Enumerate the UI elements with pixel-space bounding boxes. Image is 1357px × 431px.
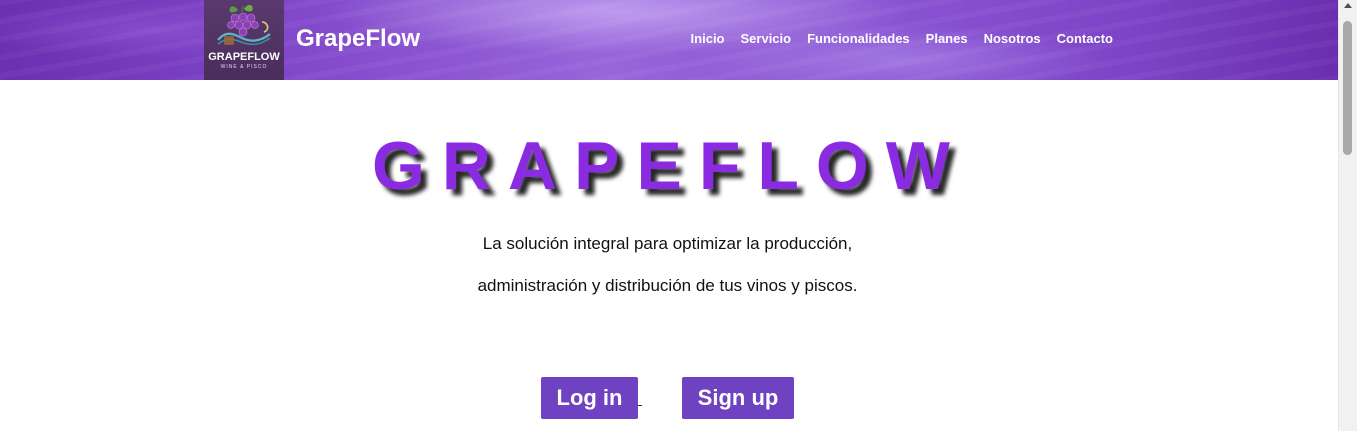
- page: GRAPEFLOW WINE & PISCO GrapeFlow Inicio …: [0, 0, 1357, 431]
- scroll-up-arrow-icon[interactable]: [1344, 3, 1352, 8]
- hero-title: GRAPEFLOW: [372, 128, 967, 204]
- nav-link-planes[interactable]: Planes: [926, 31, 968, 46]
- brand-name[interactable]: GrapeFlow: [296, 25, 420, 53]
- scrollbar-thumb[interactable]: [1343, 21, 1352, 155]
- hero-tagline-line1: La solución integral para optimizar la p…: [482, 234, 853, 253]
- logo[interactable]: GRAPEFLOW WINE & PISCO: [204, 0, 284, 80]
- logo-subtext: WINE & PISCO: [220, 64, 268, 70]
- login-button[interactable]: Log in: [541, 377, 638, 419]
- nav-link-servicio[interactable]: Servicio: [741, 31, 792, 46]
- nav-link-contacto[interactable]: Contacto: [1057, 31, 1113, 46]
- logo-text: GRAPEFLOW: [208, 51, 280, 63]
- signup-button[interactable]: Sign up: [682, 377, 794, 419]
- vertical-scrollbar[interactable]: [1338, 0, 1357, 431]
- hero-tagline-line2: administración y distribución de tus vin…: [477, 276, 858, 295]
- main-nav: Inicio Servicio Funcionalidades Planes N…: [691, 31, 1113, 46]
- nav-link-funcionalidades[interactable]: Funcionalidades: [807, 31, 910, 46]
- site-header: GRAPEFLOW WINE & PISCO GrapeFlow Inicio …: [0, 0, 1339, 80]
- nav-link-nosotros[interactable]: Nosotros: [984, 31, 1041, 46]
- link-underline-divider: [638, 405, 642, 406]
- nav-link-inicio[interactable]: Inicio: [691, 31, 725, 46]
